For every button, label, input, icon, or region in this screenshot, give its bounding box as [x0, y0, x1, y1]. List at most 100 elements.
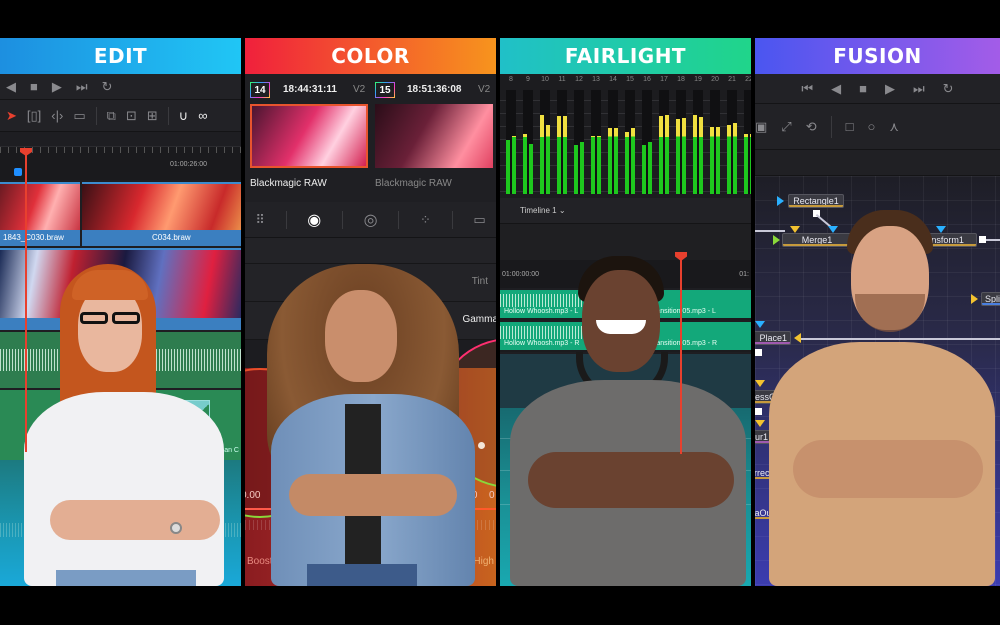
node-rectangle1[interactable]: Rectangle1 — [788, 194, 844, 208]
meter-right-level — [699, 117, 703, 194]
channel-meter — [540, 90, 550, 194]
edit-page-title: EDIT — [0, 38, 241, 74]
clip-name: C034.braw — [82, 230, 241, 246]
primaries-wheel-icon[interactable]: ◉ — [307, 210, 321, 230]
video-clip[interactable]: 1843_C030.braw — [0, 182, 80, 246]
still-timecode: 18:44:31:11 — [283, 84, 337, 95]
timeline-selector-bar: Timeline 1 ⌄ — [500, 198, 751, 224]
meter-right-level — [512, 135, 516, 194]
channel-number: 18 — [677, 76, 685, 83]
channel-meter — [608, 90, 618, 194]
channel-number: 8 — [509, 76, 513, 83]
still-thumbnail[interactable] — [375, 104, 493, 168]
rgb-mixer-icon[interactable]: ⁘ — [420, 212, 431, 228]
person-audio-engineer — [510, 256, 746, 586]
meter-right-level — [546, 125, 550, 194]
stop-icon[interactable]: ■ — [859, 81, 867, 96]
dynamic-trim-icon[interactable]: ‹|› — [51, 108, 63, 123]
channel-number: 22 — [745, 76, 751, 83]
channel-meter — [693, 90, 703, 194]
next-clip-icon[interactable]: ⏭ — [76, 79, 88, 95]
crossed-arms — [793, 440, 983, 498]
fairlight-page-panel: FAIRLIGHT 8 9 10 11 12 13 14 15 16 17 18 19 20 21 22 T… — [500, 38, 751, 586]
color-palette-toolbar: ⠿ ◉ ◎ ⁘ ▭ — [245, 202, 496, 238]
toolbar-divider — [398, 210, 400, 229]
gallery-stills: 14 18:44:31:11 V2 15 18:51:36:08 V2 Blac… — [245, 74, 496, 202]
person-editor — [22, 264, 232, 586]
play-icon[interactable]: ▶ — [52, 79, 62, 95]
video-clip[interactable]: C034.braw — [82, 182, 241, 246]
blade-icon[interactable]: ▭ — [73, 108, 85, 124]
selection-arrow-icon[interactable]: ➤ — [6, 108, 17, 124]
channel-number: 15 — [626, 76, 634, 83]
meter-left-level — [608, 128, 612, 194]
ellipse-mask-icon[interactable]: ○ — [867, 119, 875, 134]
node-output[interactable] — [755, 408, 762, 415]
play-icon[interactable]: ▶ — [885, 81, 895, 97]
channel-number: 20 — [711, 76, 719, 83]
stop-icon[interactable]: ■ — [30, 79, 38, 94]
go-to-end-icon[interactable]: ⏭ — [913, 81, 925, 97]
trim-icon[interactable]: [▯] — [27, 108, 41, 124]
channel-meter — [506, 90, 516, 194]
clip-name: 1843_C030.braw — [0, 230, 80, 246]
node-output[interactable] — [755, 349, 762, 356]
jeans — [307, 564, 417, 586]
still-label: Blackmagic RAW — [375, 178, 452, 189]
node-input[interactable] — [777, 196, 784, 206]
node-input[interactable] — [755, 380, 765, 387]
channel-meter — [642, 90, 652, 194]
channel-meter — [744, 90, 751, 194]
face — [325, 290, 397, 382]
grid-icon[interactable]: ⠿ — [255, 212, 265, 228]
loop-icon[interactable]: ↻ — [943, 81, 954, 97]
node-input[interactable] — [755, 420, 765, 427]
timeline-dropdown[interactable]: Timeline 1 ⌄ — [520, 206, 566, 215]
channel-meter — [574, 90, 584, 194]
ruler-timecode: 01:00:26:00 — [170, 161, 207, 168]
timeline-marker[interactable] — [14, 168, 22, 176]
hdr-wheel-icon[interactable]: ◎ — [364, 210, 378, 230]
meter-left-level — [506, 139, 510, 194]
polygon-mask-icon[interactable]: ⋏ — [889, 119, 899, 135]
meter-left-level — [659, 116, 663, 194]
meter-right-level — [733, 123, 737, 194]
node-input[interactable] — [755, 321, 765, 328]
meter-right-level — [597, 135, 601, 194]
play-reverse-icon[interactable]: ◀ — [831, 81, 841, 97]
meter-left-level — [710, 127, 714, 194]
snapping-magnet-icon[interactable]: ∪ — [179, 108, 189, 124]
meter-right-level — [716, 127, 720, 194]
go-to-start-icon[interactable]: ⏮ — [801, 81, 813, 97]
insert-clip-icon[interactable]: ⧉ — [107, 108, 116, 124]
bangs — [72, 270, 148, 300]
channel-meter — [557, 90, 567, 194]
motion-effects-icon[interactable]: ▭ — [473, 212, 485, 228]
meter-right-level — [580, 142, 584, 194]
beard — [855, 294, 925, 332]
wheel-value[interactable]: 0 — [489, 490, 495, 501]
glasses — [112, 312, 140, 324]
transform-icon[interactable]: ⟲ — [806, 119, 817, 135]
channel-number: 10 — [541, 76, 549, 83]
meter-right-level — [682, 118, 686, 194]
edit-transport-bar: ◀ ■ ▶ ⏭ ↻ — [0, 74, 241, 100]
resize-icon[interactable]: ⤢ — [781, 119, 791, 135]
jeans — [56, 570, 196, 586]
rectangle-mask-icon[interactable]: □ — [846, 119, 854, 134]
ruler-ticks — [0, 147, 241, 153]
background-icon[interactable]: ▣ — [755, 119, 767, 135]
color-page-title: COLOR — [245, 38, 496, 74]
link-icon[interactable]: ∞ — [198, 108, 207, 123]
still-thumbnail-selected[interactable] — [250, 104, 368, 168]
previous-frame-icon[interactable]: ◀ — [6, 79, 16, 95]
loop-icon[interactable]: ↻ — [102, 79, 113, 95]
person-vfx-artist — [769, 210, 995, 586]
meter-right-level — [750, 133, 751, 194]
edit-page-panel: EDIT ◀ ■ ▶ ⏭ ↻ ➤ [▯] ‹|› ▭ ⧉ ⊡ ⊞ ∪ ∞ 01:… — [0, 38, 241, 586]
replace-clip-icon[interactable]: ⊞ — [147, 108, 158, 124]
timeline-ruler[interactable]: 01:00:26:00 — [0, 146, 241, 180]
crossed-arms — [50, 500, 220, 540]
still-number-badge: 14 — [250, 82, 270, 98]
overwrite-clip-icon[interactable]: ⊡ — [126, 108, 137, 124]
